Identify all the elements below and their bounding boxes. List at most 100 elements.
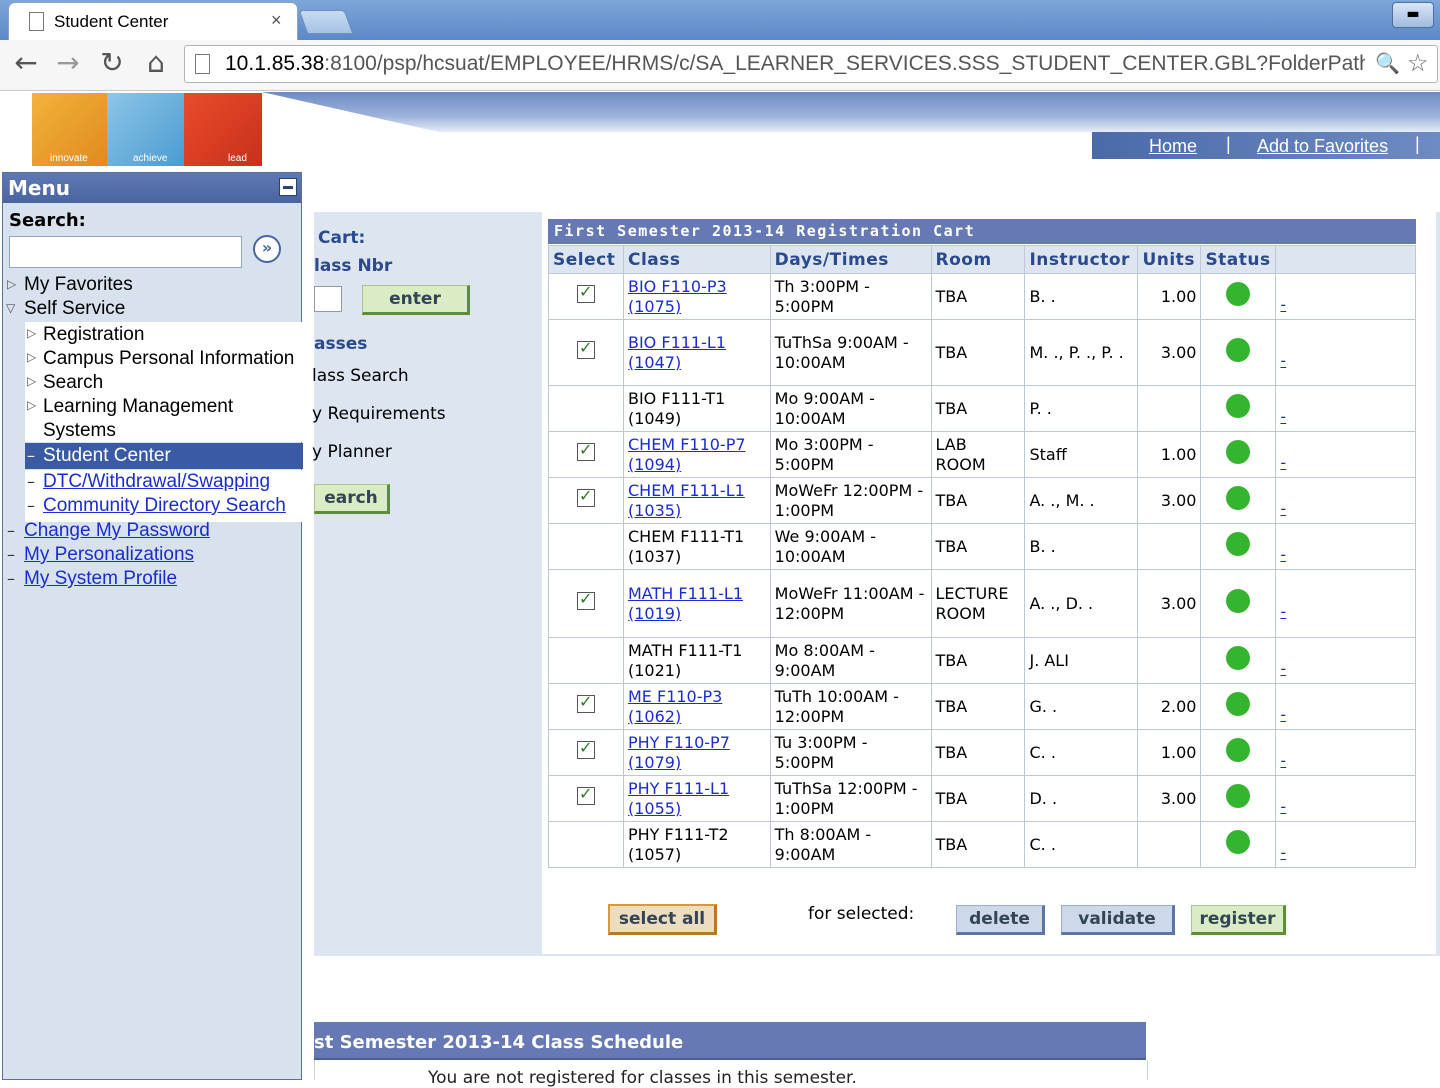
collapse-icon[interactable]: ▽ — [6, 301, 15, 315]
class-search-link[interactable]: lass Search — [312, 366, 409, 386]
menu-system-profile[interactable]: My System Profile — [24, 568, 177, 590]
validate-button[interactable]: validate — [1061, 905, 1175, 935]
menu-student-center[interactable]: Student Center — [43, 445, 171, 467]
menu-learning-management-line2[interactable]: Systems — [43, 420, 116, 442]
row-action-link[interactable]: - — [1280, 453, 1286, 472]
class-cell[interactable]: CHEM F111-L1 (1035) — [622, 477, 771, 524]
zoom-icon[interactable]: 🔍 — [1375, 46, 1400, 82]
class-number[interactable]: (1062) — [628, 707, 681, 726]
class-number[interactable]: (1094) — [628, 455, 681, 474]
class-cell[interactable]: CHEM F110-P7 (1094) — [622, 431, 771, 478]
row-action-link[interactable]: - — [1280, 797, 1286, 816]
days-times-cell: Mo 8:00AM - 9:00AM — [769, 637, 932, 684]
expand-icon[interactable]: ▷ — [7, 277, 16, 291]
row-action-link[interactable]: - — [1280, 351, 1286, 370]
days-times-cell: We 9:00AM - 10:00AM — [769, 523, 932, 570]
action-cell: - — [1275, 385, 1416, 432]
class-cell[interactable]: BIO F110-P3 (1075) — [622, 273, 771, 320]
minimize-window-icon[interactable]: ▬ — [1392, 2, 1434, 28]
class-nbr-input[interactable] — [314, 286, 342, 312]
class-name[interactable]: PHY F111-L1 — [628, 779, 729, 798]
class-cell[interactable]: PHY F110-P7 (1079) — [622, 729, 771, 776]
class-number[interactable]: (1047) — [628, 353, 681, 372]
select-checkbox[interactable] — [576, 589, 595, 610]
select-cell — [548, 477, 624, 524]
class-number[interactable]: (1019) — [628, 604, 681, 623]
class-cell[interactable]: BIO F111-L1 (1047) — [622, 319, 771, 386]
home-link[interactable]: Home — [1149, 136, 1197, 157]
row-action-link[interactable]: - — [1280, 705, 1286, 724]
row-action-link[interactable]: - — [1280, 659, 1286, 678]
room-cell: TBA — [930, 273, 1026, 320]
class-name[interactable]: CHEM F110-P7 — [628, 435, 746, 454]
class-number[interactable]: (1075) — [628, 297, 681, 316]
table-header-row: Select Class Days/Times Room Instructor … — [548, 245, 1416, 274]
new-tab-button[interactable] — [298, 10, 354, 34]
class-cell[interactable]: PHY F111-L1 (1055) — [622, 775, 771, 822]
select-checkbox[interactable] — [576, 282, 595, 303]
menu-registration[interactable]: Registration — [43, 324, 144, 346]
address-bar[interactable]: 10.1.85.38:8100/psp/hcsuat/EMPLOYEE/HRMS… — [184, 45, 1438, 83]
home-icon[interactable]: ⌂ — [138, 46, 174, 79]
select-checkbox[interactable] — [576, 692, 595, 713]
menu-search-input[interactable] — [9, 236, 242, 268]
menu-my-favorites[interactable]: My Favorites — [24, 274, 133, 296]
class-name[interactable]: BIO F110-P3 — [628, 277, 727, 296]
class-name[interactable]: BIO F111-L1 — [628, 333, 726, 352]
reload-icon[interactable]: ↻ — [94, 46, 130, 79]
row-action-link[interactable]: - — [1280, 843, 1286, 862]
expand-icon[interactable]: ▷ — [27, 374, 36, 388]
menu-change-password[interactable]: Change My Password — [24, 520, 210, 542]
class-number[interactable]: (1079) — [628, 753, 681, 772]
bookmark-star-icon[interactable]: ☆ — [1407, 46, 1429, 82]
menu-dtc-withdrawal[interactable]: DTC/Withdrawal/Swapping — [43, 471, 270, 493]
expand-icon[interactable]: ▷ — [27, 326, 36, 340]
class-number[interactable]: (1055) — [628, 799, 681, 818]
expand-icon[interactable]: ▷ — [27, 398, 36, 412]
menu-learning-management[interactable]: Learning Management — [43, 396, 233, 418]
menu-campus-personal-info[interactable]: Campus Personal Information — [43, 348, 294, 370]
row-action-link[interactable]: - — [1280, 295, 1286, 314]
expand-icon[interactable]: ▷ — [27, 350, 36, 364]
class-cell[interactable]: MATH F111-L1 (1019) — [622, 569, 771, 638]
my-requirements-link[interactable]: y Requirements — [312, 404, 446, 424]
class-nbr-label: lass Nbr — [314, 256, 393, 276]
units-cell: 3.00 — [1137, 569, 1202, 638]
register-button[interactable]: register — [1191, 905, 1286, 935]
row-action-link[interactable]: - — [1280, 751, 1286, 770]
forward-arrow-icon[interactable]: → — [50, 46, 86, 79]
delete-button[interactable]: delete — [956, 905, 1045, 935]
table-row: MATH F111-T1 (1021) Mo 8:00AM - 9:00AM TBA J… — [548, 637, 1416, 684]
back-arrow-icon[interactable]: ← — [8, 46, 44, 79]
collapse-menu-icon[interactable] — [279, 178, 297, 196]
enter-button[interactable]: enter — [362, 285, 470, 315]
my-planner-link[interactable]: y Planner — [312, 442, 392, 462]
menu-self-service[interactable]: Self Service — [24, 298, 125, 320]
row-action-link[interactable]: - — [1280, 545, 1286, 564]
class-number[interactable]: (1035) — [628, 501, 681, 520]
row-action-link[interactable]: - — [1280, 407, 1286, 426]
row-action-link[interactable]: - — [1280, 499, 1286, 518]
select-checkbox[interactable] — [576, 784, 595, 805]
select-checkbox[interactable] — [576, 338, 595, 359]
menu-header: Menu — [3, 173, 301, 203]
class-name[interactable]: MATH F111-L1 — [628, 584, 743, 603]
class-cell[interactable]: ME F110-P3 (1062) — [622, 683, 771, 730]
select-checkbox[interactable] — [576, 440, 595, 461]
search-button[interactable]: earch — [314, 484, 390, 514]
units-cell: 3.00 — [1137, 319, 1202, 386]
search-go-icon[interactable]: » — [253, 235, 281, 263]
browser-tab[interactable]: Student Center × — [8, 2, 298, 41]
class-name[interactable]: CHEM F111-L1 — [628, 481, 745, 500]
select-checkbox[interactable] — [576, 738, 595, 759]
row-action-link[interactable]: - — [1280, 602, 1286, 621]
select-all-button[interactable]: select all — [608, 904, 717, 935]
menu-community-directory[interactable]: Community Directory Search — [43, 495, 286, 517]
class-name[interactable]: ME F110-P3 — [628, 687, 722, 706]
select-checkbox[interactable] — [576, 486, 595, 507]
menu-personalizations[interactable]: My Personalizations — [24, 544, 194, 566]
add-to-favorites-link[interactable]: Add to Favorites — [1257, 136, 1388, 157]
menu-search[interactable]: Search — [43, 372, 103, 394]
class-name[interactable]: PHY F110-P7 — [628, 733, 730, 752]
tab-close-icon[interactable]: × — [271, 10, 282, 31]
